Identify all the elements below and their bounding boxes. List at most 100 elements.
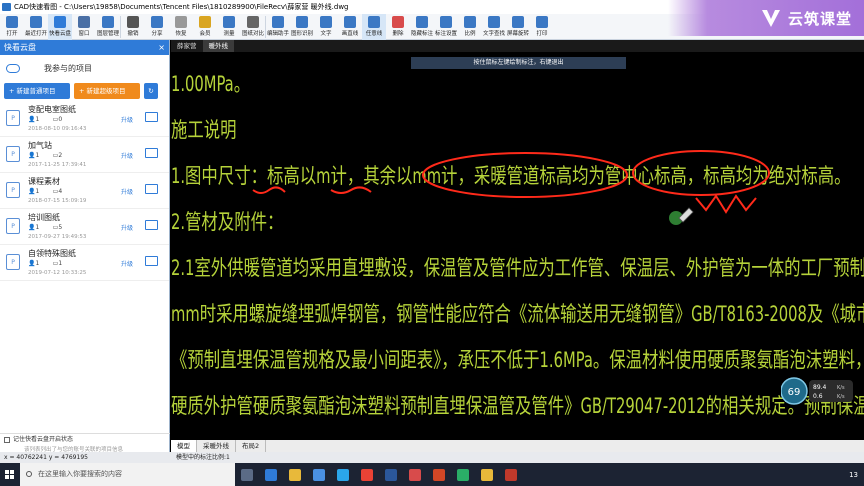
toolbar-button[interactable]: 会员 xyxy=(193,14,217,40)
status-message: 模型中的标注比例:1 xyxy=(176,454,230,461)
toolbar-button[interactable]: 隐藏标注 xyxy=(410,14,434,40)
taskbar-app[interactable] xyxy=(331,463,355,486)
taskbar-app[interactable] xyxy=(427,463,451,486)
rotate-icon xyxy=(512,16,524,28)
toolbar-button[interactable]: 打开 xyxy=(0,14,24,40)
toolbar-label: 屏幕旋转 xyxy=(506,31,529,37)
toolbar-button[interactable]: 撤销 xyxy=(121,14,145,40)
panel-subtitle: 我参与的项目 xyxy=(44,63,92,73)
toolbar-label: 图形识别 xyxy=(290,31,313,37)
open-folder-icon[interactable] xyxy=(145,184,158,194)
taskbar: 在这里输入你要搜索的内容 13 xyxy=(0,463,864,486)
upgrade-link[interactable]: 升级 xyxy=(121,259,133,268)
markup-annotations xyxy=(252,150,770,225)
toolbar-button[interactable]: 文字 xyxy=(314,14,338,40)
toolbar-button[interactable]: 打印 xyxy=(530,14,554,40)
project-item[interactable]: P 课程素材 👤1 ▭4 2018-07-15 15:09:19 升级 xyxy=(0,173,169,209)
open-folder-icon[interactable] xyxy=(145,256,158,266)
markup-ellipse xyxy=(422,152,628,198)
project-file-icon: P xyxy=(6,218,20,234)
panel-subheader: 我参与的项目 xyxy=(0,55,169,81)
project-item[interactable]: P 培训图纸 👤1 ▭5 2017-09-27 19:49:53 升级 xyxy=(0,209,169,245)
status-bar: x = 40762241 y = 4769195 模型中的标注比例:1 xyxy=(0,452,864,463)
project-members: 1 xyxy=(35,224,40,231)
open-folder-icon[interactable] xyxy=(145,220,158,230)
edge-icon xyxy=(265,468,277,481)
download-speed: 0.6 xyxy=(813,393,823,400)
toolbar-button[interactable]: 任意线 xyxy=(362,14,386,40)
open-folder-icon[interactable] xyxy=(145,148,158,158)
edit-icon xyxy=(272,16,284,28)
redo-icon xyxy=(175,16,187,28)
project-list: P 变配电室图纸 👤1 ▭0 2018-08-10 09:16:43 升级 P 加气站 👤1 … xyxy=(0,101,169,281)
layout-tab-1[interactable]: 采暖外线 xyxy=(197,440,236,452)
toolbar-button[interactable]: 图形识别 xyxy=(290,14,314,40)
taskbar-app[interactable] xyxy=(499,463,523,486)
toolbar-button[interactable]: 快看云盘 xyxy=(48,14,72,40)
layout-tab-2[interactable]: 布局2 xyxy=(236,440,267,452)
layout-tab-model[interactable]: 模型 xyxy=(171,440,197,452)
upload-speed: 89.4 xyxy=(813,384,827,391)
layout-tabs: 模型 采暖外线 布局2 xyxy=(171,440,864,452)
project-name: 课程素材 xyxy=(28,177,60,186)
taskbar-app[interactable] xyxy=(451,463,475,486)
toolbar-button[interactable]: 窗口 xyxy=(72,14,96,40)
toolbar-button[interactable]: 画直线 xyxy=(338,14,362,40)
toolbar-button[interactable]: 删除 xyxy=(386,14,410,40)
taskbar-app[interactable] xyxy=(355,463,379,486)
toolbar-label: 快看云盘 xyxy=(48,31,71,37)
taskbar-app[interactable] xyxy=(403,463,427,486)
toolbar-button[interactable]: 最近打开 xyxy=(24,14,48,40)
window-icon xyxy=(78,16,90,28)
toolbar-label: 图层管理 xyxy=(96,31,119,37)
start-button[interactable] xyxy=(0,463,20,486)
speed-unit: K/s xyxy=(837,394,845,400)
toolbar-button[interactable]: 标注设置 xyxy=(434,14,458,40)
toolbar-button[interactable]: 图层管理 xyxy=(96,14,120,40)
taskbar-app[interactable] xyxy=(235,463,259,486)
sync-button[interactable]: ↻ xyxy=(144,83,158,99)
toolbar-button[interactable]: 图纸对比 xyxy=(241,14,265,40)
toolbar-button[interactable]: 分享 xyxy=(145,14,169,40)
open-folder-icon[interactable] xyxy=(145,112,158,122)
windows-logo-icon xyxy=(5,469,14,479)
toolbar-button[interactable]: 编辑助手 xyxy=(266,14,290,40)
upgrade-link[interactable]: 升级 xyxy=(121,187,133,196)
project-members: 1 xyxy=(35,116,40,123)
panel-actions: + 新建普通项目 + 新建超级项目 ↻ xyxy=(0,81,169,101)
upgrade-link[interactable]: 升级 xyxy=(121,151,133,160)
toolbar-label: 文字 xyxy=(320,31,332,37)
toolbar-button[interactable]: 恢复 xyxy=(169,14,193,40)
taskbar-search[interactable]: 在这里输入你要搜索的内容 xyxy=(20,463,235,486)
toolbar-label: 窗口 xyxy=(78,31,90,37)
panel-close-button[interactable]: × xyxy=(158,40,165,55)
taskbar-app[interactable] xyxy=(379,463,403,486)
folder-open-icon xyxy=(6,16,18,28)
toolbar-button[interactable]: 屏幕旋转 xyxy=(506,14,530,40)
toolbar-button[interactable]: 文字查找 xyxy=(482,14,506,40)
toolbar-button[interactable]: 比例 xyxy=(458,14,482,40)
markup-ellipse xyxy=(632,150,770,196)
eraser-icon xyxy=(392,16,404,28)
drawing-canvas[interactable]: 薛家营 暖外线 按住鼠标左键绘制标注，右键退出 1.00MPa。 施工说明 1.… xyxy=(171,40,864,440)
taskbar-app[interactable] xyxy=(475,463,499,486)
project-item[interactable]: P 自领特殊图纸 👤1 ▭1 2019-07-12 10:33:25 升级 xyxy=(0,245,169,281)
taskbar-apps xyxy=(235,463,523,486)
toolbar-label: 图纸对比 xyxy=(241,31,264,37)
project-item[interactable]: P 加气站 👤1 ▭2 2017-11-25 17:39:41 升级 xyxy=(0,137,169,173)
toolbar-label: 编辑助手 xyxy=(266,31,289,37)
remember-checkbox[interactable] xyxy=(4,436,10,443)
project-name: 培训图纸 xyxy=(28,213,60,222)
toolbar-label: 画直线 xyxy=(341,31,359,37)
new-super-project-button[interactable]: + 新建超级项目 xyxy=(74,83,140,99)
project-item[interactable]: P 变配电室图纸 👤1 ▭0 2018-08-10 09:16:43 升级 xyxy=(0,101,169,137)
upgrade-link[interactable]: 升级 xyxy=(121,223,133,232)
taskbar-app[interactable] xyxy=(259,463,283,486)
new-normal-project-button[interactable]: + 新建普通项目 xyxy=(4,83,70,99)
taskbar-app[interactable] xyxy=(283,463,307,486)
upgrade-link[interactable]: 升级 xyxy=(121,115,133,124)
store-icon xyxy=(313,468,325,481)
project-name: 变配电室图纸 xyxy=(28,105,76,114)
taskbar-app[interactable] xyxy=(307,463,331,486)
toolbar-button[interactable]: 测量 xyxy=(217,14,241,40)
